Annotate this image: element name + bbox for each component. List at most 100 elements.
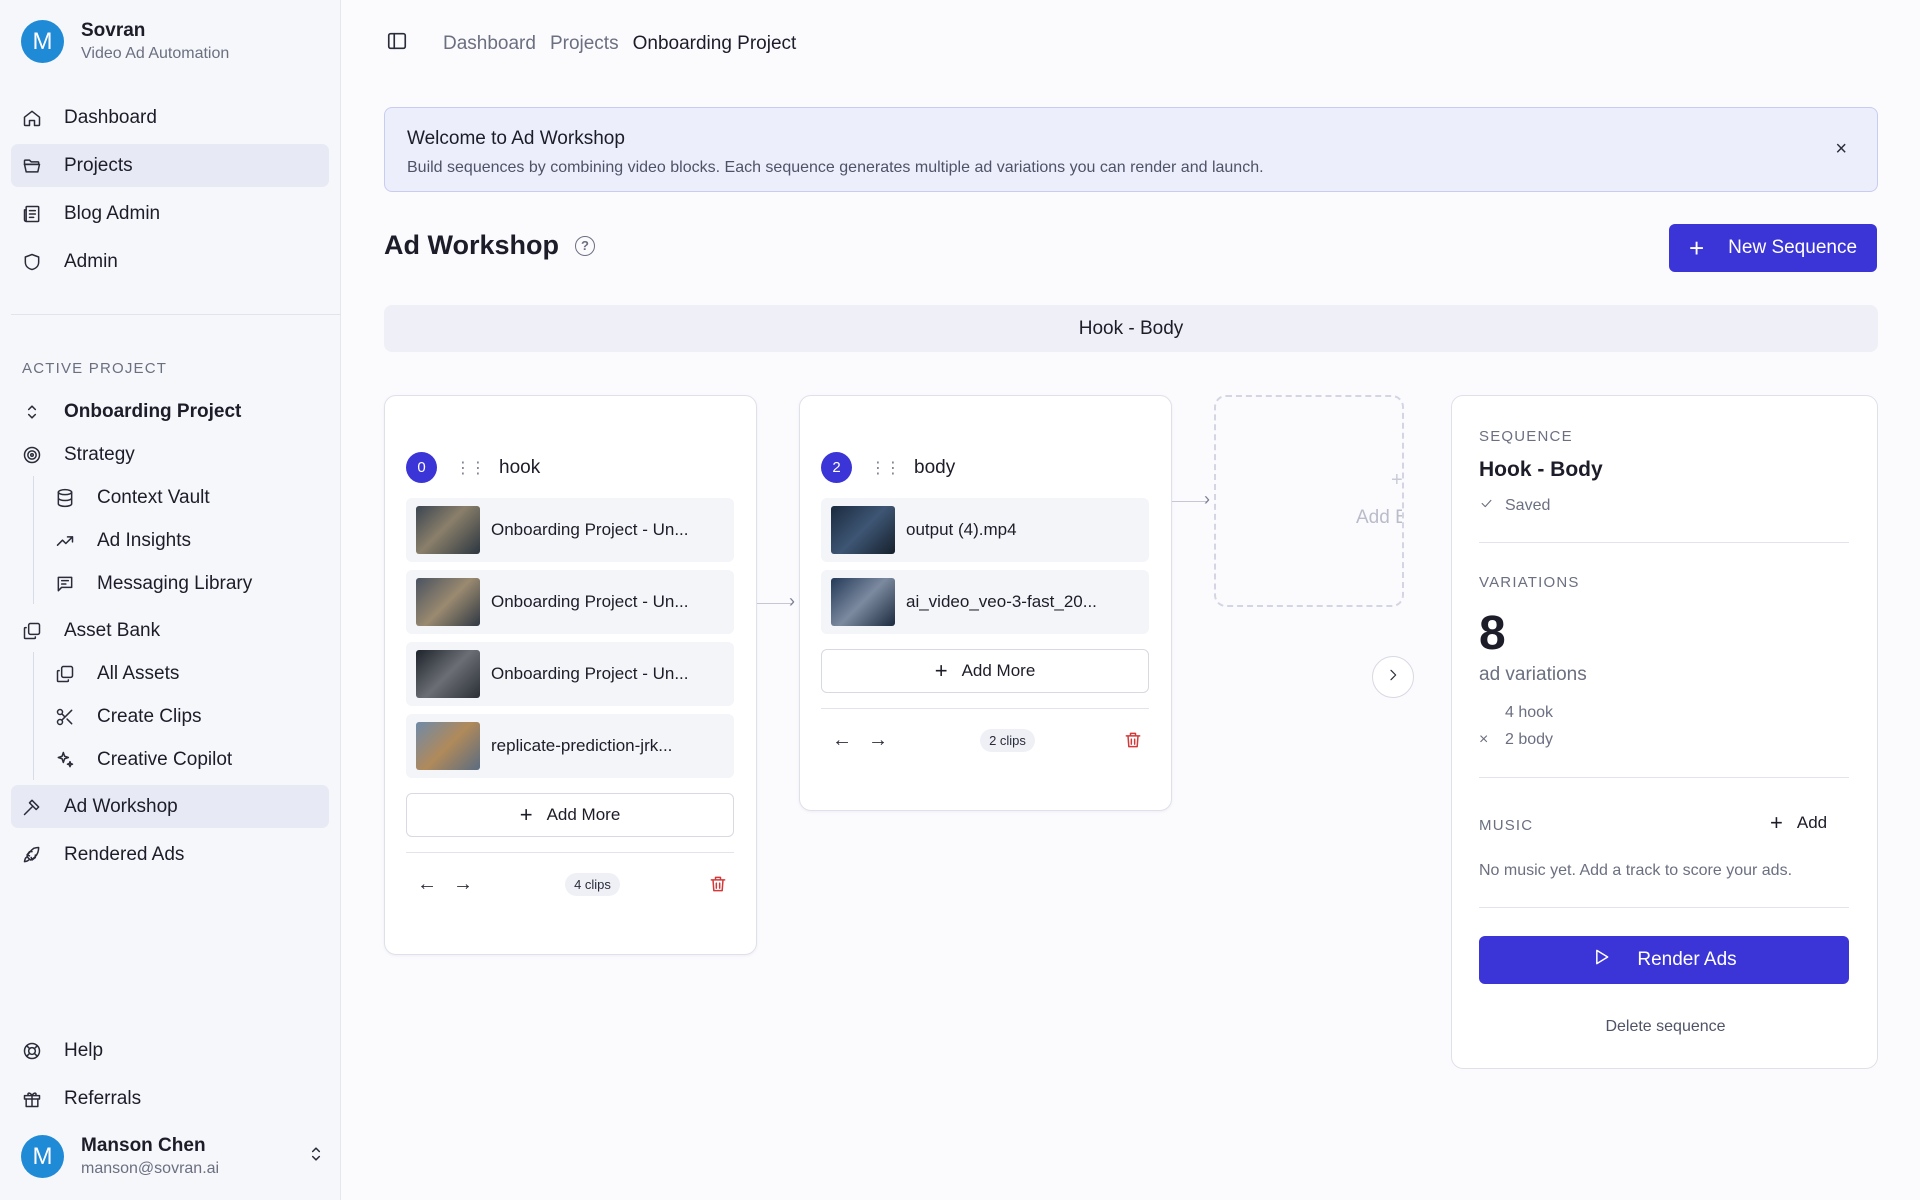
sidebar-item-creative-copilot[interactable]: Creative Copilot <box>44 738 329 781</box>
banner-text: Build sequences by combining video block… <box>407 159 1264 176</box>
sidebar-item-admin[interactable]: Admin <box>11 240 329 283</box>
sidebar-item-strategy[interactable]: Strategy <box>11 433 329 476</box>
block-footer: ← → 2 clips <box>821 725 1149 755</box>
clip-item[interactable]: Onboarding Project - Un... <box>406 570 734 634</box>
tree-line <box>33 476 34 604</box>
clip-item[interactable]: ai_video_veo-3-fast_20... <box>821 570 1149 634</box>
breadcrumb-current: Onboarding Project <box>632 32 797 54</box>
sidebar-item-projects[interactable]: Projects <box>11 144 329 187</box>
sidebar-item-dashboard[interactable]: Dashboard <box>11 96 329 139</box>
user-menu[interactable]: M Manson Chen manson@sovran.ai <box>21 1135 326 1178</box>
welcome-banner: Welcome to Ad Workshop Build sequences b… <box>384 107 1878 192</box>
chevron-right-icon <box>1385 667 1401 688</box>
clip-thumbnail <box>831 578 895 626</box>
tree-line <box>33 652 34 780</box>
sidebar-toggle-icon[interactable] <box>386 30 408 57</box>
multiply-sign <box>1479 704 1505 722</box>
saved-status: Saved <box>1479 496 1550 516</box>
close-icon[interactable]: × <box>1835 138 1847 161</box>
breadcrumb-projects[interactable]: Projects <box>550 33 619 55</box>
sequence-panel: SEQUENCE Hook - Body Saved VARIATIONS 8 … <box>1451 395 1878 1069</box>
sidebar-item-label: Context Vault <box>97 486 210 508</box>
render-ads-button[interactable]: Render Ads <box>1479 936 1849 984</box>
plus-icon: + <box>1391 469 1403 491</box>
project-switcher[interactable]: Onboarding Project <box>11 390 329 433</box>
add-music-label: Add <box>1796 813 1828 832</box>
arrow-right-icon[interactable]: → <box>448 873 478 896</box>
sidebar-item-label: Ad Workshop <box>64 795 178 817</box>
clip-item[interactable]: output (4).mp4 <box>821 498 1149 562</box>
scroll-right-button[interactable] <box>1372 656 1414 698</box>
variations-count: 8 <box>1479 607 1506 660</box>
plus-icon: + <box>1688 233 1705 263</box>
clip-thumbnail <box>416 578 480 626</box>
project-name: Onboarding Project <box>64 400 242 422</box>
clip-item[interactable]: Onboarding Project - Un... <box>406 642 734 706</box>
sequence-tab[interactable]: Hook - Body <box>384 305 1878 352</box>
arrow-left-icon[interactable]: ← <box>827 729 857 752</box>
variations-sub: ad variations <box>1479 664 1587 685</box>
chevron-right-icon: › <box>789 591 795 611</box>
sidebar-item-blog-admin[interactable]: Blog Admin <box>11 192 329 235</box>
new-sequence-label: New Sequence <box>1728 237 1858 258</box>
variations-label: VARIATIONS <box>1479 574 1580 591</box>
render-ads-label: Render Ads <box>1637 949 1737 970</box>
card-divider <box>406 852 734 853</box>
breadcrumb: Dashboard Projects Onboarding Project <box>443 33 810 55</box>
plus-icon: + <box>519 802 533 827</box>
sidebar-item-help[interactable]: Help <box>11 1029 329 1072</box>
brand[interactable]: M Sovran Video Ad Automation <box>21 20 229 63</box>
page-title-text: Ad Workshop <box>384 230 559 260</box>
trash-icon[interactable] <box>1122 730 1144 750</box>
arrow-left-icon[interactable]: ← <box>412 873 442 896</box>
sidebar-item-asset-bank[interactable]: Asset Bank <box>11 609 329 652</box>
block-header: 2 ⋮⋮ body <box>821 452 955 483</box>
variation-breakdown-item: 4 hook <box>1479 704 1553 722</box>
sidebar-item-ad-insights[interactable]: Ad Insights <box>44 519 329 562</box>
clip-name: Onboarding Project - Un... <box>491 592 689 611</box>
plus-icon: + <box>1770 810 1783 835</box>
breadcrumb-dashboard[interactable]: Dashboard <box>443 33 536 55</box>
newspaper-icon <box>21 203 43 225</box>
brand-name: Sovran <box>81 20 146 41</box>
user-avatar: M <box>21 1135 64 1178</box>
sidebar-item-referrals[interactable]: Referrals <box>11 1077 329 1120</box>
add-music-button[interactable]: + Add <box>1770 812 1827 834</box>
user-email: manson@sovran.ai <box>81 1160 220 1177</box>
hammer-icon <box>21 796 43 818</box>
grip-icon[interactable]: ⋮⋮ <box>870 458 901 478</box>
variation-breakdown-item: × 2 body <box>1479 731 1553 749</box>
sidebar-item-rendered-ads[interactable]: Rendered Ads <box>11 833 329 876</box>
clip-item[interactable]: replicate-prediction-jrk... <box>406 714 734 778</box>
trash-icon[interactable] <box>707 874 729 894</box>
chevron-up-down-icon <box>306 1144 326 1169</box>
sidebar-item-create-clips[interactable]: Create Clips <box>44 695 329 738</box>
add-more-label: Add More <box>961 661 1036 680</box>
sidebar-item-messaging-library[interactable]: Messaging Library <box>44 562 329 605</box>
sequence-label: SEQUENCE <box>1479 428 1573 445</box>
add-block-placeholder[interactable]: + Add Bl <box>1214 395 1404 607</box>
add-block-label: Add Bl <box>1356 507 1402 528</box>
clip-item[interactable]: Onboarding Project - Un... <box>406 498 734 562</box>
database-icon <box>54 487 76 509</box>
sidebar-item-all-assets[interactable]: All Assets <box>44 652 329 695</box>
block-card-body: 2 ⋮⋮ body output (4).mp4 ai_video_veo-3-… <box>799 395 1172 811</box>
sidebar-item-ad-workshop[interactable]: Ad Workshop <box>11 785 329 828</box>
clip-name: output (4).mp4 <box>906 520 1017 539</box>
sidebar-item-label: Asset Bank <box>64 619 161 641</box>
section-label: ACTIVE PROJECT <box>22 360 168 377</box>
arrow-right-icon[interactable]: → <box>863 729 893 752</box>
add-more-button[interactable]: + Add More <box>821 649 1149 693</box>
new-sequence-button[interactable]: + New Sequence <box>1669 224 1877 272</box>
grip-icon[interactable]: ⋮⋮ <box>455 458 486 478</box>
trending-up-icon <box>54 530 76 552</box>
copy-icon <box>21 620 43 642</box>
message-square-icon <box>54 573 76 595</box>
sidebar-item-label: Referrals <box>64 1087 142 1109</box>
topbar: Dashboard Projects Onboarding Project <box>386 30 810 57</box>
help-circle-icon[interactable]: ? <box>575 235 595 256</box>
sidebar-item-context-vault[interactable]: Context Vault <box>44 476 329 519</box>
delete-sequence-link[interactable]: Delete sequence <box>1452 1018 1879 1036</box>
add-more-button[interactable]: + Add More <box>406 793 734 837</box>
clip-thumbnail <box>831 506 895 554</box>
